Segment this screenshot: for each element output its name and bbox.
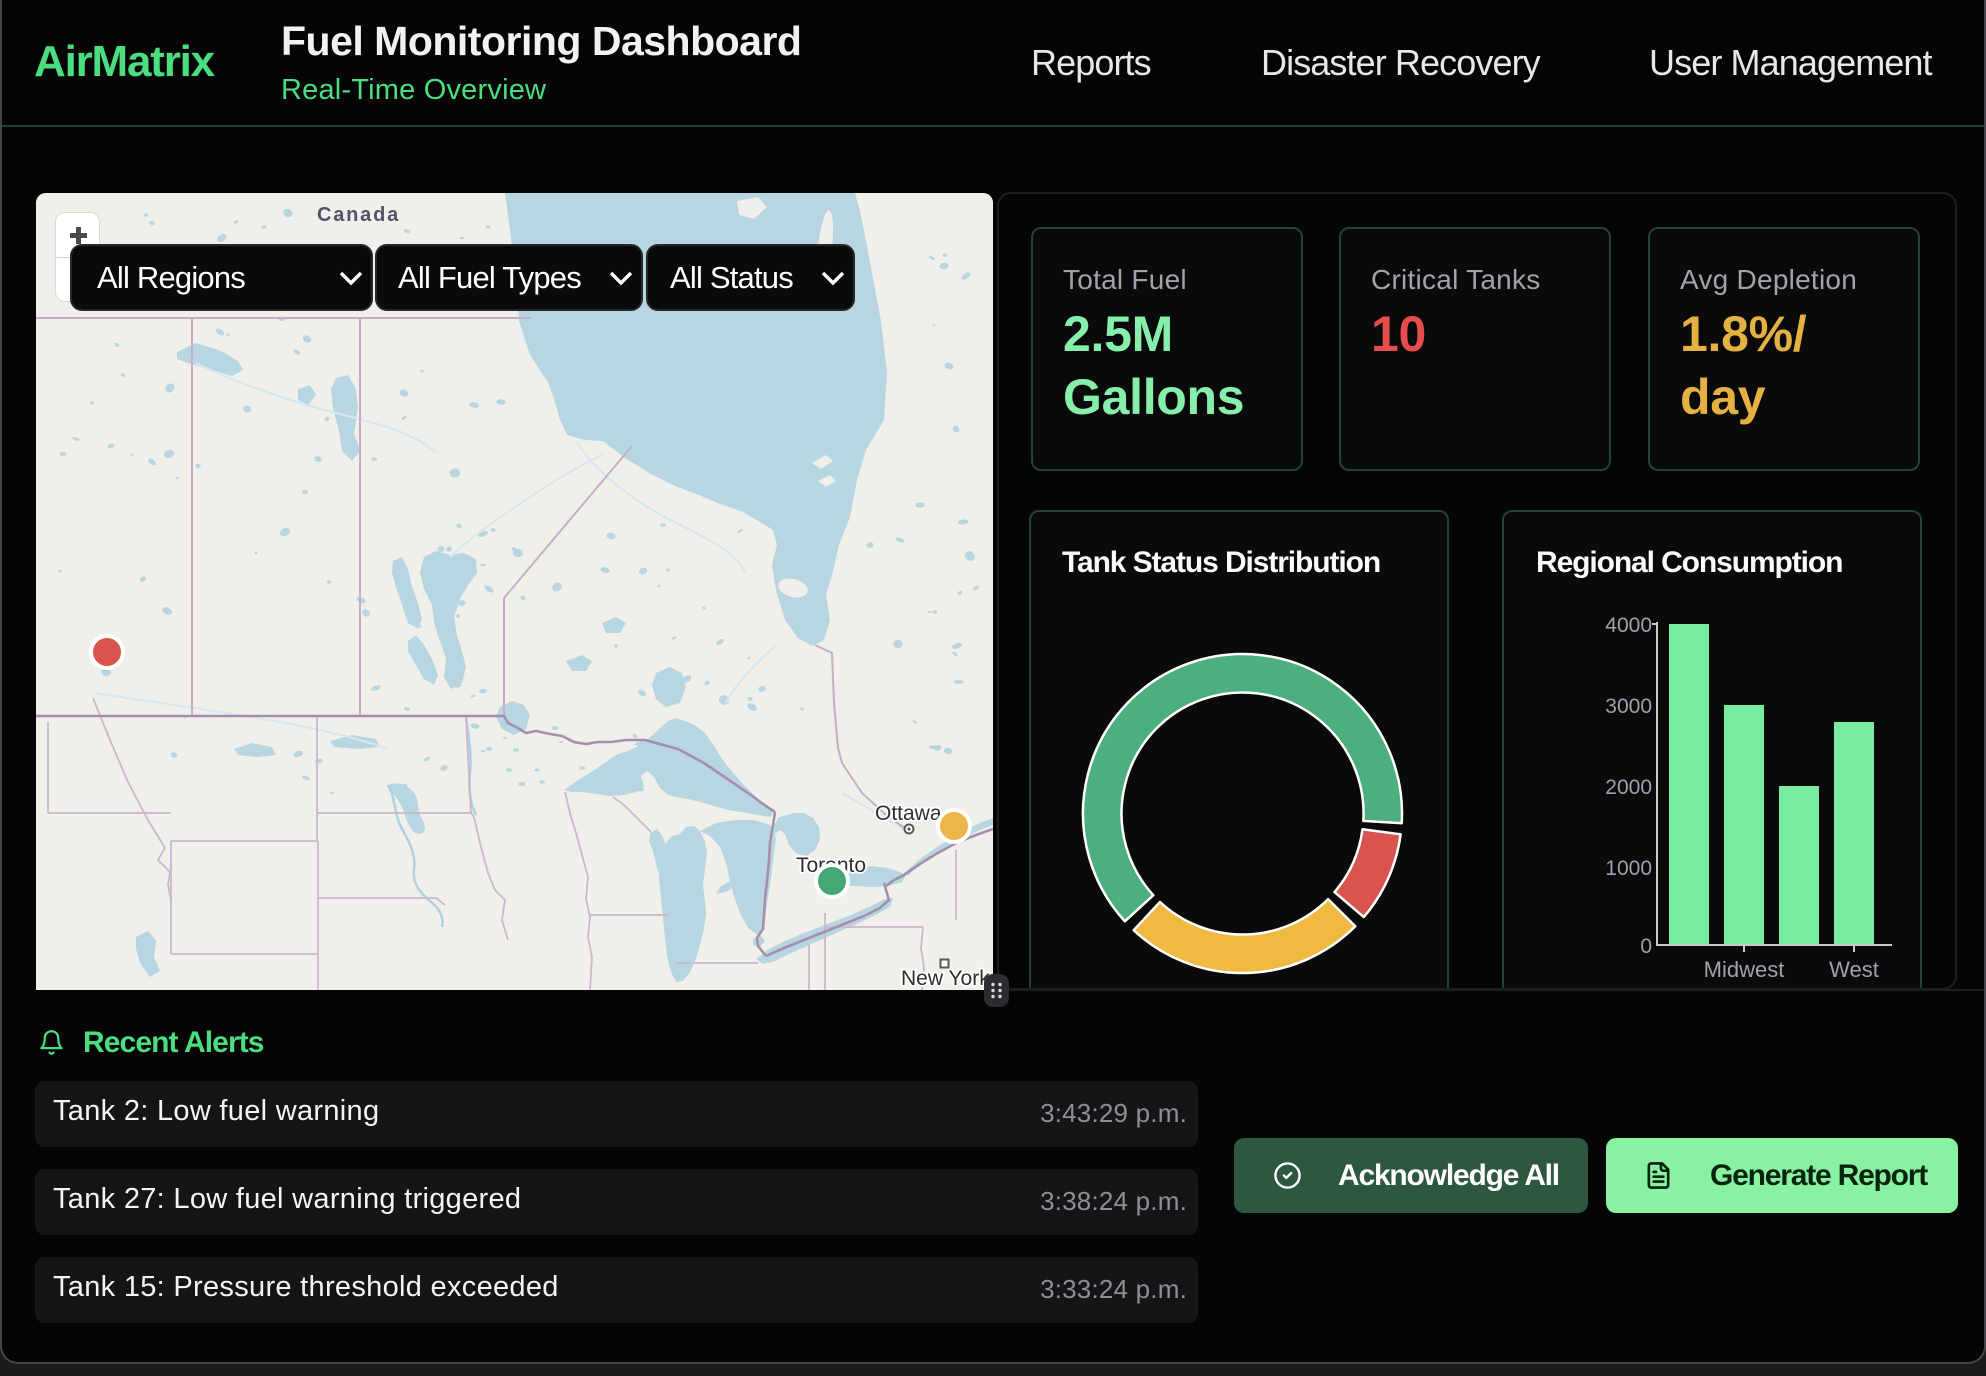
svg-text:2000: 2000 [1605,776,1652,799]
svg-text:1000: 1000 [1605,857,1652,880]
svg-text:New York: New York [901,967,990,990]
svg-text:3000: 3000 [1605,695,1652,718]
svg-text:0: 0 [1640,935,1652,958]
svg-text:Ottawa: Ottawa [875,802,942,825]
svg-text:4000: 4000 [1605,614,1652,637]
svg-text:West: West [1829,957,1879,982]
svg-text:Midwest: Midwest [1704,957,1785,982]
svg-text:Canada: Canada [317,204,400,226]
